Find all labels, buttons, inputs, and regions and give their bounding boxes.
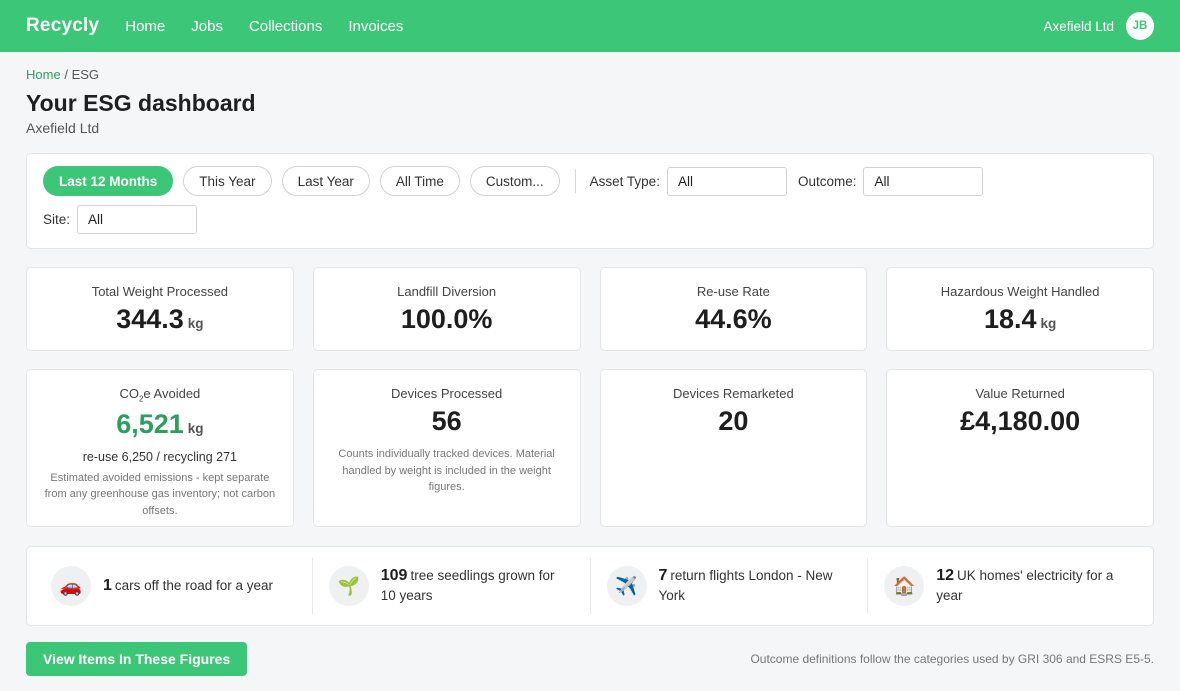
equivalent-number: 12 xyxy=(936,567,955,584)
breadcrumb-current: ESG xyxy=(71,67,100,82)
period-pill-last-year[interactable]: Last Year xyxy=(281,166,370,196)
stat-card-co2-avoided: CO2e Avoided 6,521 kg re-use 6,250 / recy… xyxy=(26,369,294,527)
co2-breakdown: re-use 6,250 / recycling 271 xyxy=(82,449,237,464)
breadcrumb-separator: / xyxy=(64,67,68,82)
outcome-label: Outcome: xyxy=(797,173,857,189)
filter-row-site: Site: All xyxy=(43,205,1137,234)
stat-value: 6,521 kg xyxy=(27,408,293,445)
stat-card-devices-processed: Devices Processed 56 Counts individually… xyxy=(312,369,581,527)
stat-value: 344.3 kg xyxy=(27,303,293,340)
equivalent-number: 7 xyxy=(658,567,668,584)
nav-link-home[interactable]: Home xyxy=(125,18,165,35)
stat-card-devices-remarketed: Devices Remarketed 20 xyxy=(599,369,868,527)
stat-label: Hazardous Weight Handled xyxy=(940,284,1100,299)
equivalent-cars: 🚗 1 cars off the road for a year xyxy=(35,558,312,614)
stat-label: Value Returned xyxy=(975,386,1065,401)
equivalent-text: 1 cars off the road for a year xyxy=(103,576,293,596)
stat-number: 6,521 xyxy=(116,408,184,439)
devices-note: Counts individually tracked devices. Mat… xyxy=(338,448,555,493)
stat-label: Devices Remarketed xyxy=(673,386,794,401)
nav-link-jobs[interactable]: Jobs xyxy=(191,18,223,35)
site-select[interactable]: All xyxy=(77,205,198,234)
stat-unit: kg xyxy=(187,420,204,436)
airplane-icon: ✈️ xyxy=(606,566,647,606)
stat-label: Total Weight Processed xyxy=(91,284,229,299)
filter-row-periods: Last 12 Months This Year Last Year All T… xyxy=(43,166,1137,196)
filter-panel: Last 12 Months This Year Last Year All T… xyxy=(26,153,1154,249)
page-subtitle: Axefield Ltd xyxy=(26,120,100,136)
stat-value: 18.4 kg xyxy=(887,303,1153,340)
top-nav: Recycly Home Jobs Collections Invoices A… xyxy=(0,0,1180,52)
equivalent-text: 7 return flights London - New York xyxy=(659,566,849,606)
period-pill-this-year[interactable]: This Year xyxy=(183,166,272,196)
site-label: Site: xyxy=(43,212,71,227)
stat-label: Landfill Diversion xyxy=(397,284,497,299)
breadcrumb: Home / ESG xyxy=(26,67,1154,83)
co2-label-prefix: CO xyxy=(119,386,139,401)
equivalent-description: UK homes' electricity for a year xyxy=(936,568,1114,603)
stat-label: Devices Processed xyxy=(390,386,503,401)
stat-card-reuse-rate: Re-use Rate 44.6% xyxy=(599,267,868,351)
asset-type-select[interactable]: All xyxy=(666,166,787,196)
stats-row-2: CO2e Avoided 6,521 kg re-use 6,250 / recy… xyxy=(26,369,1154,527)
stat-card-value-returned: Value Returned £4,180.00 xyxy=(886,369,1154,527)
page-title: Your ESG dashboard xyxy=(26,90,256,116)
view-items-button[interactable]: View Items In These Figures xyxy=(26,642,248,676)
impact-equivalents: 🚗 1 cars off the road for a year 🌱 109 tre… xyxy=(26,546,1154,626)
stat-label: Re-use Rate xyxy=(696,284,770,299)
stat-value: 44.6% xyxy=(695,304,772,334)
equivalent-homes: 🏠 12 UK homes' electricity for a year xyxy=(867,558,1145,614)
period-pill-all-time[interactable]: All Time xyxy=(379,166,460,196)
house-icon: 🏠 xyxy=(884,566,925,606)
seedling-icon: 🌱 xyxy=(328,566,369,606)
car-icon: 🚗 xyxy=(51,566,91,606)
period-pill-custom[interactable]: Custom... xyxy=(469,166,560,196)
stat-card-landfill-diversion: Landfill Diversion 100.0% xyxy=(312,267,581,351)
nav-org-name: Axefield Ltd xyxy=(1043,18,1114,34)
stat-number: 18.4 xyxy=(983,304,1037,334)
equivalent-number: 109 xyxy=(380,567,408,584)
breadcrumb-home-link[interactable]: Home xyxy=(26,67,61,82)
equivalent-text: 109 tree seedlings grown for 10 years xyxy=(381,566,571,606)
co2-label-suffix: e Avoided xyxy=(143,386,201,401)
main-content: Home / ESG Your ESG dashboard Axefield L… xyxy=(0,67,1180,676)
filter-divider xyxy=(574,169,576,193)
equivalent-flights: ✈️ 7 return flights London - New York xyxy=(589,558,868,614)
co2-note: Estimated avoided emissions - kept separ… xyxy=(44,471,276,517)
stat-card-total-weight: Total Weight Processed 344.3 kg xyxy=(26,267,294,351)
stat-unit: kg xyxy=(1040,316,1057,331)
asset-type-label: Asset Type: xyxy=(589,173,660,189)
equivalent-description: cars off the road for a year xyxy=(114,578,273,593)
outcome-select[interactable]: All xyxy=(863,166,984,196)
nav-link-invoices[interactable]: Invoices xyxy=(348,18,403,35)
brand-logo[interactable]: Recycly xyxy=(26,15,99,37)
page-footer: View Items In These Figures Outcome defi… xyxy=(26,642,1154,676)
stat-card-hazardous-weight: Hazardous Weight Handled 18.4 kg xyxy=(886,267,1154,351)
stat-label: CO2e Avoided xyxy=(27,386,293,404)
outcome-definitions-note: Outcome definitions follow the categorie… xyxy=(750,652,1154,666)
stats-row-1: Total Weight Processed 344.3 kg Landfill … xyxy=(26,267,1154,351)
stat-unit: kg xyxy=(187,316,204,331)
equivalent-description: return flights London - New York xyxy=(658,568,833,603)
stat-number: 344.3 xyxy=(116,304,184,334)
equivalent-number: 1 xyxy=(103,577,112,594)
period-pill-last-12-months[interactable]: Last 12 Months xyxy=(43,166,174,196)
user-avatar[interactable]: JB xyxy=(1126,12,1154,40)
stat-value: 100.0% xyxy=(400,304,493,334)
stat-value: £4,180.00 xyxy=(960,406,1081,436)
stat-value: 56 xyxy=(431,406,462,436)
stat-value: 20 xyxy=(718,406,749,436)
equivalent-trees: 🌱 109 tree seedlings grown for 10 years xyxy=(311,558,590,614)
equivalent-text: 12 UK homes' electricity for a year xyxy=(936,566,1126,606)
nav-link-collections[interactable]: Collections xyxy=(249,18,322,35)
